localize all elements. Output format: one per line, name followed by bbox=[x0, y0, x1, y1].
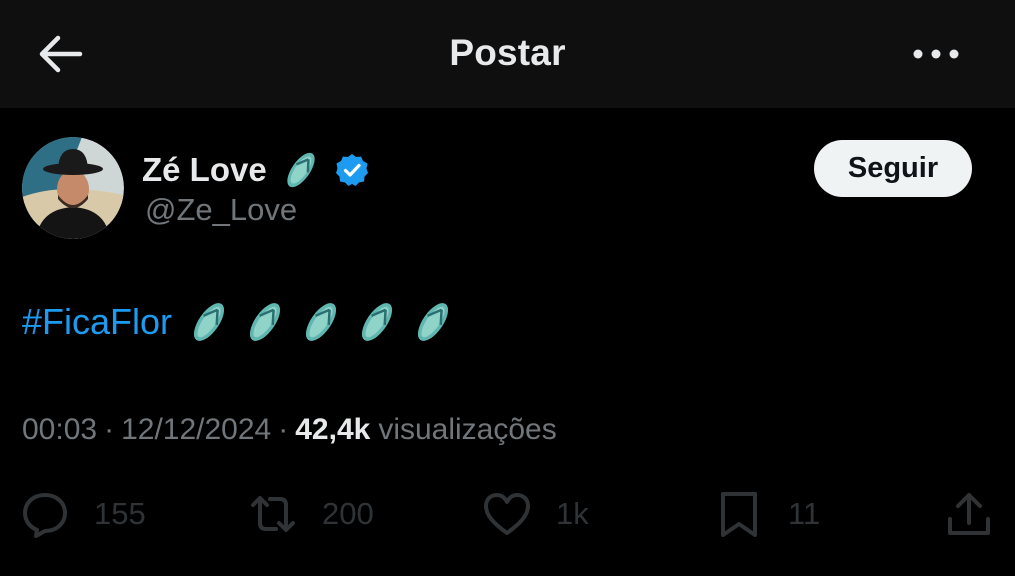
share-icon bbox=[948, 493, 990, 535]
more-horizontal-icon bbox=[913, 49, 959, 59]
views-count[interactable]: 42,4k bbox=[295, 413, 370, 447]
bookmark-button[interactable]: 11 bbox=[714, 486, 820, 542]
bookmark-icon bbox=[721, 492, 757, 537]
post-meta: 00:03 · 12/12/2024 · 42,4k visualizações bbox=[22, 413, 557, 447]
like-count: 1k bbox=[556, 496, 589, 531]
display-name[interactable]: Zé Love bbox=[142, 151, 267, 189]
author-name-row: Zé Love bbox=[142, 148, 369, 192]
top-app-bar: Postar bbox=[0, 0, 1015, 108]
share-button[interactable] bbox=[944, 486, 994, 542]
flip-flop-emoji-icon bbox=[287, 152, 315, 188]
repost-icon bbox=[251, 496, 295, 532]
like-button[interactable]: 1k bbox=[482, 486, 589, 542]
views-label: visualizações bbox=[378, 413, 557, 446]
flip-flop-emoji-icon bbox=[305, 303, 337, 341]
post-text: #FicaFlor bbox=[22, 293, 464, 351]
author-handle[interactable]: @Ze_Love bbox=[145, 192, 297, 228]
post-time: 00:03 bbox=[22, 413, 98, 446]
reply-count: 155 bbox=[94, 496, 146, 531]
follow-button[interactable]: Seguir bbox=[814, 140, 972, 197]
meta-separator: · bbox=[278, 413, 289, 446]
reply-icon bbox=[23, 493, 67, 538]
flip-flop-emoji-icon bbox=[193, 303, 225, 341]
verified-badge-icon bbox=[335, 154, 368, 186]
meta-separator: · bbox=[104, 413, 115, 446]
heart-icon bbox=[484, 493, 530, 535]
flip-flop-emoji-icon bbox=[417, 303, 449, 341]
reply-button[interactable]: 155 bbox=[20, 486, 146, 542]
action-bar: 155 200 1k 11 bbox=[0, 486, 1015, 542]
repost-button[interactable]: 200 bbox=[248, 486, 374, 542]
more-options-button[interactable] bbox=[910, 36, 962, 72]
avatar[interactable] bbox=[22, 137, 124, 239]
page-title: Postar bbox=[449, 32, 566, 73]
flip-flop-emoji-icon bbox=[361, 303, 393, 341]
emoji-group bbox=[184, 299, 464, 345]
hashtag-link[interactable]: #FicaFlor bbox=[22, 301, 172, 343]
flip-flop-emoji-icon bbox=[249, 303, 281, 341]
bookmark-count: 11 bbox=[788, 496, 821, 531]
post-date: 12/12/2024 bbox=[121, 413, 272, 446]
avatar-image bbox=[22, 137, 124, 239]
repost-count: 200 bbox=[322, 496, 374, 531]
